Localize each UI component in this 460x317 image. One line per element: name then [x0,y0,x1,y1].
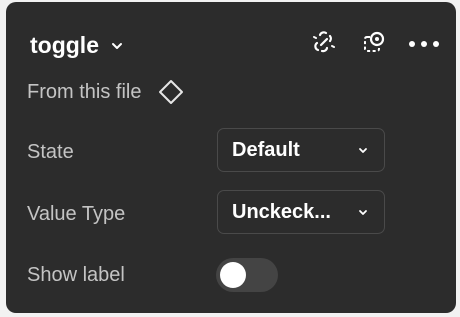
component-properties-panel: toggle From this file State Default Valu… [6,2,456,313]
detach-instance-icon [310,28,338,61]
go-to-main-component-button[interactable] [356,28,392,60]
more-options-button[interactable] [406,28,442,60]
value-type-dropdown[interactable]: Unckeck... [217,190,385,234]
state-label: State [27,141,74,163]
state-dropdown[interactable]: Default [217,128,385,172]
value-type-label: Value Type [27,203,126,225]
more-options-icon [408,35,440,53]
show-label-toggle[interactable] [216,258,278,292]
component-source-label: From this file [27,80,142,103]
component-diamond-icon [157,78,185,106]
chevron-down-icon [358,147,368,154]
component-name: toggle [30,32,99,58]
go-to-main-component-icon [360,28,388,61]
show-label-label: Show label [27,264,125,286]
component-source-link[interactable]: From this file [27,78,185,106]
chevron-down-icon [358,209,368,216]
detach-instance-button[interactable] [306,28,342,60]
chevron-down-icon [111,42,123,50]
header-actions [292,28,442,60]
state-value: Default [232,138,300,161]
value-type-value: Unckeck... [232,200,331,223]
toggle-knob [220,262,246,288]
component-name-dropdown[interactable]: toggle [30,32,123,59]
